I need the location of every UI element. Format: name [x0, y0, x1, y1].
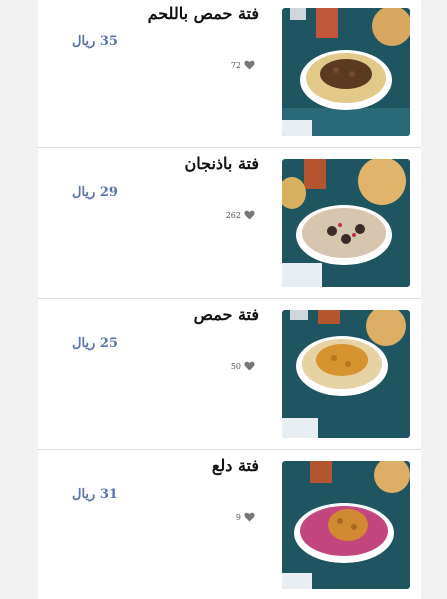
- heart-icon: [244, 210, 255, 220]
- likes[interactable]: 72: [231, 60, 255, 70]
- dish-name: فتة حمص باللحم: [147, 4, 259, 23]
- menu-item[interactable]: فتة حمص باللحم 72 35 ريال: [38, 0, 421, 148]
- likes-count: 262: [225, 210, 241, 220]
- menu-item[interactable]: فتة حمص 50 25 ريال: [38, 299, 421, 450]
- dish-name: فتة حمص: [193, 305, 259, 324]
- dish-name: فتة دلع: [211, 456, 259, 475]
- likes-count: 50: [230, 361, 241, 371]
- dish-image[interactable]: [282, 461, 410, 589]
- dish-price: 35 ريال: [72, 34, 118, 49]
- dish-price: 31 ريال: [72, 487, 118, 502]
- dish-price: 25 ريال: [72, 336, 118, 351]
- heart-icon: [244, 60, 255, 70]
- menu-item[interactable]: فتة باذنجان 262 29 ريال: [38, 148, 421, 299]
- dish-name: فتة باذنجان: [184, 154, 259, 173]
- heart-icon: [244, 361, 255, 371]
- likes[interactable]: 50: [231, 361, 255, 371]
- menu-item[interactable]: فتة دلع 9 31 ريال: [38, 450, 421, 599]
- likes[interactable]: 9: [236, 512, 255, 522]
- menu-list: فتة حمص باللحم 72 35 ريال فتة باذنجان 26…: [38, 0, 421, 599]
- heart-icon: [244, 512, 255, 522]
- likes[interactable]: 262: [226, 210, 255, 220]
- dish-price: 29 ريال: [72, 185, 118, 200]
- likes-count: 72: [230, 60, 241, 70]
- dish-image[interactable]: [282, 8, 410, 136]
- dish-image[interactable]: [282, 159, 410, 287]
- dish-image[interactable]: [282, 310, 410, 438]
- likes-count: 9: [235, 512, 241, 522]
